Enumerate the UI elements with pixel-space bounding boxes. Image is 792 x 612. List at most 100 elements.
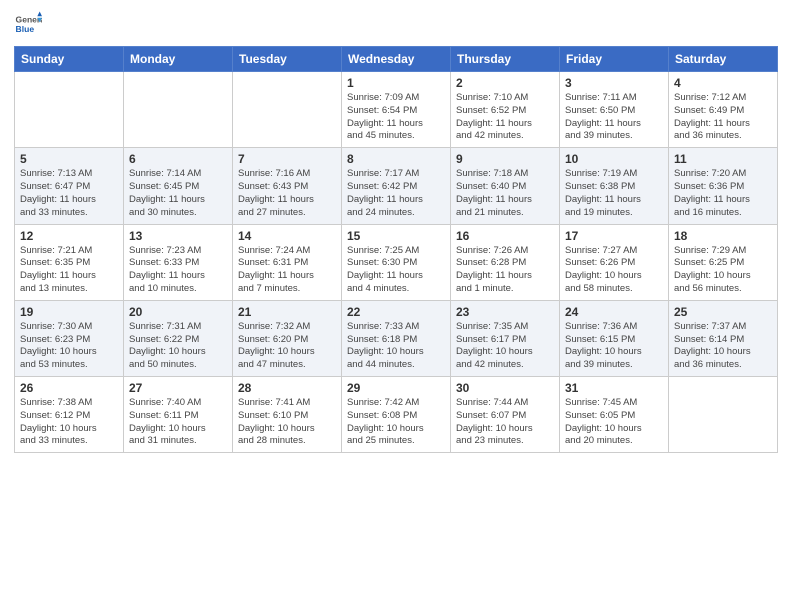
day-number: 17 [565, 229, 663, 243]
weekday-header-friday: Friday [560, 47, 669, 72]
weekday-header-tuesday: Tuesday [233, 47, 342, 72]
day-number: 2 [456, 76, 554, 90]
day-cell: 26 Sunrise: 7:38 AM Sunset: 6:12 PM Dayli… [15, 377, 124, 453]
day-info: Sunrise: 7:30 AM Sunset: 6:23 PM Dayligh… [20, 321, 118, 372]
day-cell: 14 Sunrise: 7:24 AM Sunset: 6:31 PM Dayli… [233, 224, 342, 300]
day-cell: 9Sunrise: 7:18 AM Sunset: 6:40 PM Daylig… [451, 148, 560, 224]
day-number: 13 [129, 229, 227, 243]
day-cell: 17 Sunrise: 7:27 AM Sunset: 6:26 PM Dayli… [560, 224, 669, 300]
week-row-4: 19 Sunrise: 7:30 AM Sunset: 6:23 PM Dayli… [15, 300, 778, 376]
day-cell: 7 Sunrise: 7:16 AM Sunset: 6:43 PM Daylig… [233, 148, 342, 224]
page: General Blue SundayMondayTuesdayWednesda… [0, 0, 792, 612]
day-info: Sunrise: 7:36 AM Sunset: 6:15 PM Dayligh… [565, 321, 663, 372]
day-number: 12 [20, 229, 118, 243]
day-number: 14 [238, 229, 336, 243]
day-cell: 10 Sunrise: 7:19 AM Sunset: 6:38 PM Dayli… [560, 148, 669, 224]
day-number: 6 [129, 152, 227, 166]
day-cell: 18Sunrise: 7:29 AM Sunset: 6:25 PM Dayli… [669, 224, 778, 300]
day-cell: 24 Sunrise: 7:36 AM Sunset: 6:15 PM Dayli… [560, 300, 669, 376]
day-info: Sunrise: 7:12 AM Sunset: 6:49 PM Dayligh… [674, 92, 772, 143]
day-number: 27 [129, 381, 227, 395]
day-cell: 4 Sunrise: 7:12 AM Sunset: 6:49 PM Daylig… [669, 72, 778, 148]
day-cell: 8 Sunrise: 7:17 AM Sunset: 6:42 PM Daylig… [342, 148, 451, 224]
day-info: Sunrise: 7:17 AM Sunset: 6:42 PM Dayligh… [347, 168, 445, 219]
day-number: 16 [456, 229, 554, 243]
day-number: 18 [674, 229, 772, 243]
day-number: 21 [238, 305, 336, 319]
day-number: 28 [238, 381, 336, 395]
day-cell: 23 Sunrise: 7:35 AM Sunset: 6:17 PM Dayli… [451, 300, 560, 376]
svg-text:Blue: Blue [16, 24, 35, 34]
day-number: 9 [456, 152, 554, 166]
weekday-header-thursday: Thursday [451, 47, 560, 72]
day-info: Sunrise: 7:16 AM Sunset: 6:43 PM Dayligh… [238, 168, 336, 219]
day-info: Sunrise: 7:33 AM Sunset: 6:18 PM Dayligh… [347, 321, 445, 372]
week-row-1: 1 Sunrise: 7:09 AM Sunset: 6:54 PM Daylig… [15, 72, 778, 148]
weekday-header-sunday: Sunday [15, 47, 124, 72]
day-number: 15 [347, 229, 445, 243]
day-number: 1 [347, 76, 445, 90]
day-info: Sunrise: 7:40 AM Sunset: 6:11 PM Dayligh… [129, 397, 227, 448]
day-number: 30 [456, 381, 554, 395]
day-cell [124, 72, 233, 148]
day-info: Sunrise: 7:09 AM Sunset: 6:54 PM Dayligh… [347, 92, 445, 143]
day-number: 22 [347, 305, 445, 319]
day-cell: 22 Sunrise: 7:33 AM Sunset: 6:18 PM Dayli… [342, 300, 451, 376]
day-cell [233, 72, 342, 148]
week-row-3: 12 Sunrise: 7:21 AM Sunset: 6:35 PM Dayli… [15, 224, 778, 300]
day-info: Sunrise: 7:44 AM Sunset: 6:07 PM Dayligh… [456, 397, 554, 448]
day-number: 23 [456, 305, 554, 319]
day-number: 25 [674, 305, 772, 319]
day-number: 8 [347, 152, 445, 166]
day-cell: 21 Sunrise: 7:32 AM Sunset: 6:20 PM Dayli… [233, 300, 342, 376]
day-number: 5 [20, 152, 118, 166]
day-number: 26 [20, 381, 118, 395]
day-info: Sunrise: 7:31 AM Sunset: 6:22 PM Dayligh… [129, 321, 227, 372]
day-cell: 11Sunrise: 7:20 AM Sunset: 6:36 PM Dayli… [669, 148, 778, 224]
day-cell: 31Sunrise: 7:45 AM Sunset: 6:05 PM Dayli… [560, 377, 669, 453]
day-info: Sunrise: 7:32 AM Sunset: 6:20 PM Dayligh… [238, 321, 336, 372]
day-cell: 20Sunrise: 7:31 AM Sunset: 6:22 PM Dayli… [124, 300, 233, 376]
day-info: Sunrise: 7:10 AM Sunset: 6:52 PM Dayligh… [456, 92, 554, 143]
weekday-header-saturday: Saturday [669, 47, 778, 72]
day-cell: 27 Sunrise: 7:40 AM Sunset: 6:11 PM Dayli… [124, 377, 233, 453]
day-number: 4 [674, 76, 772, 90]
day-info: Sunrise: 7:25 AM Sunset: 6:30 PM Dayligh… [347, 245, 445, 296]
day-info: Sunrise: 7:35 AM Sunset: 6:17 PM Dayligh… [456, 321, 554, 372]
day-info: Sunrise: 7:23 AM Sunset: 6:33 PM Dayligh… [129, 245, 227, 296]
header: General Blue [14, 10, 778, 38]
day-cell: 19 Sunrise: 7:30 AM Sunset: 6:23 PM Dayli… [15, 300, 124, 376]
day-cell: 29Sunrise: 7:42 AM Sunset: 6:08 PM Dayli… [342, 377, 451, 453]
day-cell: 16 Sunrise: 7:26 AM Sunset: 6:28 PM Dayli… [451, 224, 560, 300]
day-info: Sunrise: 7:38 AM Sunset: 6:12 PM Dayligh… [20, 397, 118, 448]
day-cell: 6Sunrise: 7:14 AM Sunset: 6:45 PM Daylig… [124, 148, 233, 224]
day-cell [15, 72, 124, 148]
logo: General Blue [14, 10, 42, 38]
weekday-header-monday: Monday [124, 47, 233, 72]
day-number: 7 [238, 152, 336, 166]
day-cell: 3Sunrise: 7:11 AM Sunset: 6:50 PM Daylig… [560, 72, 669, 148]
day-info: Sunrise: 7:41 AM Sunset: 6:10 PM Dayligh… [238, 397, 336, 448]
day-info: Sunrise: 7:24 AM Sunset: 6:31 PM Dayligh… [238, 245, 336, 296]
day-cell: 2 Sunrise: 7:10 AM Sunset: 6:52 PM Daylig… [451, 72, 560, 148]
day-cell [669, 377, 778, 453]
day-info: Sunrise: 7:19 AM Sunset: 6:38 PM Dayligh… [565, 168, 663, 219]
day-number: 24 [565, 305, 663, 319]
day-number: 10 [565, 152, 663, 166]
calendar: SundayMondayTuesdayWednesdayThursdayFrid… [14, 46, 778, 453]
weekday-header-wednesday: Wednesday [342, 47, 451, 72]
day-cell: 13 Sunrise: 7:23 AM Sunset: 6:33 PM Dayli… [124, 224, 233, 300]
day-info: Sunrise: 7:26 AM Sunset: 6:28 PM Dayligh… [456, 245, 554, 296]
week-row-2: 5Sunrise: 7:13 AM Sunset: 6:47 PM Daylig… [15, 148, 778, 224]
day-number: 3 [565, 76, 663, 90]
day-cell: 1 Sunrise: 7:09 AM Sunset: 6:54 PM Daylig… [342, 72, 451, 148]
day-cell: 25 Sunrise: 7:37 AM Sunset: 6:14 PM Dayli… [669, 300, 778, 376]
day-cell: 28 Sunrise: 7:41 AM Sunset: 6:10 PM Dayli… [233, 377, 342, 453]
general-blue-icon: General Blue [14, 10, 42, 38]
day-info: Sunrise: 7:27 AM Sunset: 6:26 PM Dayligh… [565, 245, 663, 296]
day-info: Sunrise: 7:20 AM Sunset: 6:36 PM Dayligh… [674, 168, 772, 219]
day-cell: 30 Sunrise: 7:44 AM Sunset: 6:07 PM Dayli… [451, 377, 560, 453]
day-info: Sunrise: 7:37 AM Sunset: 6:14 PM Dayligh… [674, 321, 772, 372]
day-number: 19 [20, 305, 118, 319]
day-info: Sunrise: 7:21 AM Sunset: 6:35 PM Dayligh… [20, 245, 118, 296]
